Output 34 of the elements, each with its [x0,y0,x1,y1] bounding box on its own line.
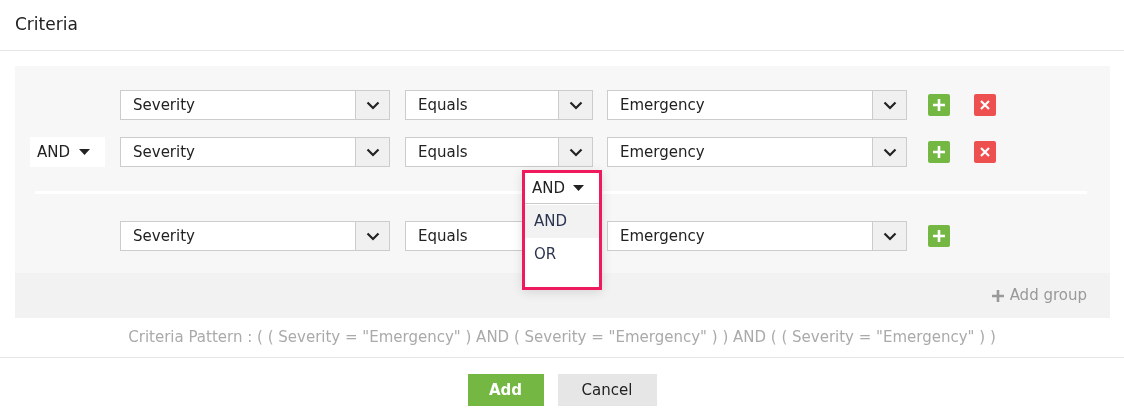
close-icon [980,147,990,157]
chevron-icon [882,147,897,157]
plus-icon [933,99,945,111]
caret-icon [79,149,91,155]
add-condition-button[interactable] [928,94,950,116]
close-icon [980,100,990,110]
group-join-dropdown[interactable]: AND [525,173,599,204]
field-select[interactable]: Severity [120,90,390,120]
plus-icon [933,146,945,158]
remove-condition-button[interactable] [974,141,996,163]
operator-select[interactable]: Equals [405,137,593,167]
add-condition-button[interactable] [928,225,950,247]
chevron-icon [882,100,897,110]
chevron-icon [568,100,583,110]
field-select[interactable]: Severity [120,137,390,167]
dialog-title: Criteria [15,13,78,37]
join-dropdown[interactable]: AND [30,137,105,167]
value-select[interactable]: Emergency [607,221,907,251]
chevron-icon [365,147,380,157]
chevron-icon [365,100,380,110]
value-select[interactable]: Emergency [607,90,907,120]
plus-icon [933,230,945,242]
plus-icon [991,289,1004,302]
cancel-button[interactable]: Cancel [557,374,657,406]
chevron-icon [882,231,897,241]
criteria-pattern: Criteria Pattern : ( ( Severity = "Emergency" ) AND ( Severity = "Emergency" ) ) AND ( ( Severity = "Emergency" ) ) [128,327,996,349]
dropdown-option[interactable]: AND [525,205,599,238]
chevron-icon [568,147,583,157]
chevron-icon [365,231,380,241]
add-condition-button[interactable] [928,141,950,163]
field-select[interactable]: Severity [120,221,390,251]
remove-condition-button[interactable] [974,94,996,116]
operator-select[interactable]: Equals [405,90,593,120]
value-select[interactable]: Emergency [607,137,907,167]
